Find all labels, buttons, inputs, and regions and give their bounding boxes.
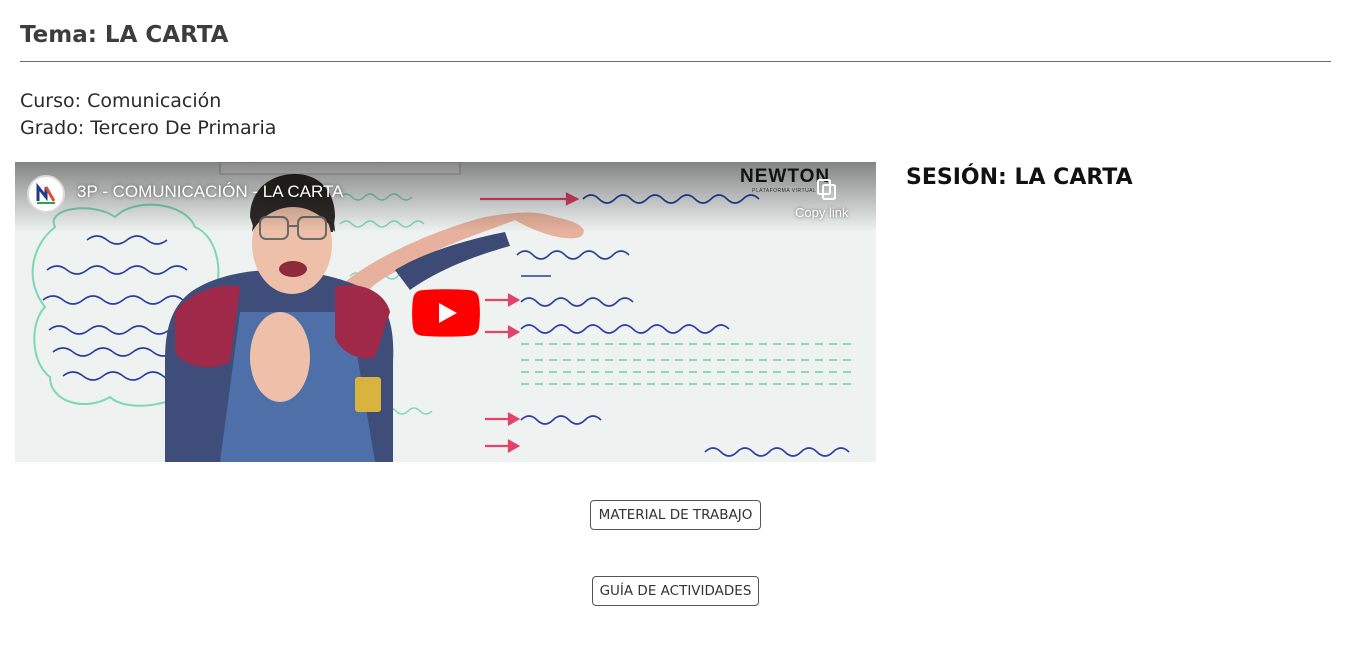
session-title: SESIÓN: LA CARTA — [906, 165, 1133, 190]
copy-icon — [817, 179, 836, 200]
copy-link-button[interactable]: Copy link — [791, 178, 861, 223]
copy-link-label: Copy link — [795, 205, 849, 220]
channel-avatar[interactable] — [27, 175, 65, 213]
material-de-trabajo-button[interactable]: MATERIAL DE TRABAJO — [590, 500, 761, 530]
page-title: Tema: LA CARTA — [20, 22, 229, 48]
title-divider — [20, 61, 1331, 62]
page: Tema: LA CARTA Curso: Comunicación Grado… — [0, 0, 1349, 651]
youtube-play-button[interactable] — [412, 289, 480, 337]
video-player[interactable]: 3P - COMUNICACIÓN - LA CARTA NEWTON PLAT… — [15, 162, 876, 462]
video-title[interactable]: 3P - COMUNICACIÓN - LA CARTA — [77, 182, 343, 202]
course-label: Curso: Comunicación — [20, 90, 222, 112]
guia-de-actividades-button[interactable]: GUÍA DE ACTIVIDADES — [592, 576, 759, 606]
grade-label: Grado: Tercero De Primaria — [20, 117, 277, 139]
newton-logo-icon — [31, 179, 61, 209]
youtube-play-icon — [412, 289, 480, 337]
